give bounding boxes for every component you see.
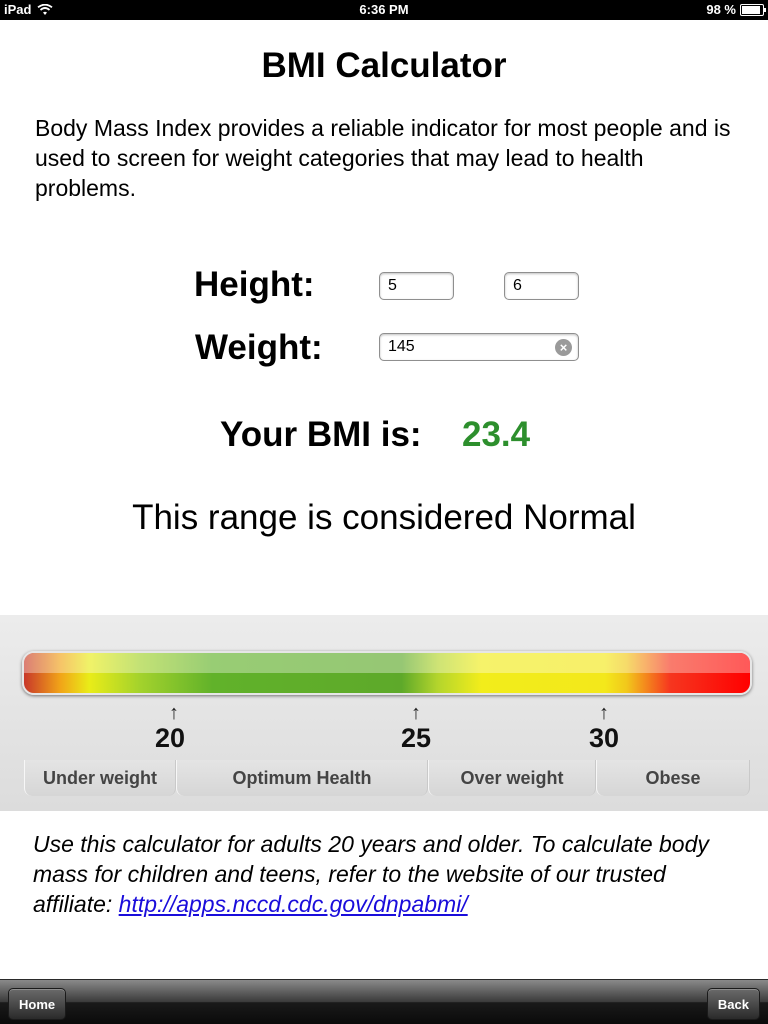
intro-text: Body Mass Index provides a reliable indi… xyxy=(35,115,731,201)
back-button[interactable]: Back xyxy=(706,988,760,1020)
weight-value: 145 xyxy=(388,338,415,355)
bmi-range-text: This range is considered Normal xyxy=(132,498,636,537)
height-inches-input[interactable]: 6 xyxy=(504,272,579,300)
category-label: Under weight xyxy=(42,767,157,788)
cdc-link[interactable]: http://apps.nccd.cdc.gov/dnpabmi/ xyxy=(119,891,468,917)
tick-arrow-icon: ↑ xyxy=(411,702,421,724)
status-time: 6:36 PM xyxy=(359,2,409,17)
weight-label: Weight: xyxy=(195,328,323,367)
category-label: Obese xyxy=(645,767,701,788)
category-optimum: Optimum Health xyxy=(176,760,428,796)
tick-arrow-icon: ↑ xyxy=(599,702,609,724)
height-feet-value: 5 xyxy=(388,277,397,294)
height-label: Height: xyxy=(194,265,315,304)
tick-arrow-icon: ↑ xyxy=(169,702,179,724)
tick-label-25: 25 xyxy=(400,723,432,753)
clear-icon[interactable]: × xyxy=(555,339,572,356)
battery-percent: 98 % xyxy=(706,2,736,17)
category-label: Over weight xyxy=(460,767,564,788)
bottom-toolbar: Home Back xyxy=(0,979,768,1024)
bmi-color-bar xyxy=(22,651,752,695)
bmi-gauge: Under weight Optimum Health Over weight … xyxy=(0,615,768,811)
category-overweight: Over weight xyxy=(428,760,596,796)
height-inches-value: 6 xyxy=(513,277,522,294)
weight-input[interactable]: 145 × xyxy=(379,333,579,361)
category-obese: Obese xyxy=(596,760,750,796)
home-button[interactable]: Home xyxy=(8,988,67,1020)
category-label: Optimum Health xyxy=(232,767,372,788)
page-title: BMI Calculator xyxy=(261,46,507,85)
footer-note: Use this calculator for adults 20 years … xyxy=(33,829,733,919)
tick-label-20: 20 xyxy=(154,723,186,753)
bmi-result-label: Your BMI is: xyxy=(220,415,422,454)
bmi-result-value: 23.4 xyxy=(462,415,531,454)
status-bar: iPad 6:36 PM 98 % xyxy=(0,0,768,20)
battery-level xyxy=(742,5,760,14)
tick-label-30: 30 xyxy=(588,723,620,753)
height-feet-input[interactable]: 5 xyxy=(379,272,454,300)
status-right: 98 % xyxy=(706,2,766,17)
category-underweight: Under weight xyxy=(24,760,176,796)
battery-icon xyxy=(740,3,766,16)
